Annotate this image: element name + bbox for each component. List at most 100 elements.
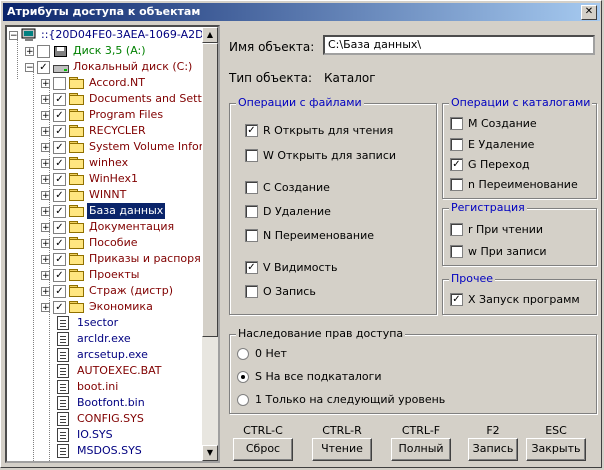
tree-item[interactable]: + ✓ WinHex1 — [7, 171, 203, 187]
tree-item[interactable]: + ✓ Страж (дистр) — [7, 283, 203, 299]
tree-item[interactable]: + ✓ Приказы и распоря: — [7, 251, 204, 267]
expand-toggle[interactable]: + — [41, 127, 50, 137]
button-0[interactable]: Сброс — [233, 438, 293, 461]
checkbox-box[interactable] — [450, 223, 463, 236]
tree-item-checkbox[interactable]: ✓ — [53, 189, 66, 202]
tree-item-checkbox[interactable]: ✓ — [53, 109, 66, 122]
tree-item[interactable]: + ✓ Пособие — [7, 235, 203, 251]
tree-item-checkbox[interactable]: ✓ — [53, 269, 66, 282]
tree-scrollbar[interactable]: ▲ ▼ — [202, 27, 218, 461]
directory-operations-title: Операции с каталогами — [449, 96, 593, 110]
tree-item[interactable]: IO.SYS — [7, 427, 203, 443]
checkbox-box[interactable] — [245, 149, 258, 162]
tree-item[interactable]: + ✓ Documents and Settir — [7, 91, 209, 107]
checkbox-box[interactable] — [450, 245, 463, 258]
folder-icon — [69, 189, 85, 201]
checkbox-box[interactable]: ✓ — [245, 124, 258, 137]
tree-item[interactable]: boot.ini — [7, 379, 203, 395]
tree-item[interactable]: − ✓ Локальный диск (C:) — [7, 59, 203, 75]
tree-item-checkbox[interactable]: ✓ — [53, 125, 66, 138]
tree-item-checkbox[interactable] — [37, 45, 50, 58]
button-3[interactable]: Запись — [468, 438, 518, 461]
tree-item-checkbox[interactable]: ✓ — [53, 221, 66, 234]
checkbox-box[interactable] — [245, 205, 258, 218]
expand-toggle[interactable]: − — [25, 63, 34, 73]
expand-toggle[interactable]: + — [41, 239, 50, 249]
object-tree[interactable]: − ::{20D04FE0-3AEA-1069-A2D8-0 + Диск 3,5… — [5, 25, 220, 463]
tree-item-checkbox[interactable]: ✓ — [53, 205, 66, 218]
checkbox-box[interactable]: ✓ — [245, 261, 258, 274]
tree-item[interactable]: + ✓ System Volume Inform — [7, 139, 214, 155]
tree-item[interactable]: AUTOEXEC.BAT — [7, 363, 203, 379]
checkbox-box[interactable]: ✓ — [450, 293, 463, 306]
tree-item-checkbox[interactable]: ✓ — [53, 173, 66, 186]
tree-item[interactable]: Bootfont.bin — [7, 395, 203, 411]
tree-item[interactable]: + Диск 3,5 (A:) — [7, 43, 203, 59]
checkbox-box[interactable] — [245, 229, 258, 242]
expand-toggle[interactable]: + — [41, 111, 50, 121]
scroll-thumb[interactable] — [202, 43, 218, 337]
expand-toggle[interactable]: + — [41, 143, 50, 153]
tree-item[interactable]: + ✓ Проекты — [7, 267, 203, 283]
expand-toggle[interactable]: + — [41, 159, 50, 169]
radio-dot[interactable] — [237, 348, 249, 360]
checkbox-box[interactable] — [450, 178, 463, 191]
tree-item[interactable]: arcldr.exe — [7, 331, 203, 347]
tree-item-checkbox[interactable]: ✓ — [53, 93, 66, 106]
object-name-field[interactable]: C:\База данных\ — [323, 35, 595, 55]
collapse-toggle[interactable]: − — [9, 31, 18, 41]
expand-toggle[interactable]: + — [41, 287, 50, 297]
tree-item[interactable]: + ✓ База данных — [7, 203, 203, 219]
folder-icon — [69, 237, 85, 249]
expand-toggle[interactable]: + — [41, 207, 50, 217]
tree-item[interactable]: CONFIG.SYS — [7, 411, 203, 427]
checkbox-box[interactable] — [245, 285, 258, 298]
tree-item[interactable]: + ✓ Program Files — [7, 107, 203, 123]
scroll-up-button[interactable]: ▲ — [202, 27, 218, 43]
tree-item-checkbox[interactable]: ✓ — [53, 141, 66, 154]
checkbox-label: V Видимость — [263, 261, 338, 274]
tree-item[interactable]: 1sector — [7, 315, 203, 331]
expand-toggle[interactable]: + — [41, 303, 50, 313]
tree-item[interactable]: + ✓ WINNT — [7, 187, 203, 203]
tree-item[interactable]: + ✓ Документация — [7, 219, 203, 235]
tree-item-checkbox[interactable]: ✓ — [53, 157, 66, 170]
checkbox-box[interactable] — [450, 138, 463, 151]
tree-item[interactable]: + ✓ Экономика — [7, 299, 203, 315]
expand-toggle[interactable]: + — [41, 79, 50, 89]
expand-toggle[interactable]: + — [41, 95, 50, 105]
tree-item[interactable]: + ✓ winhex — [7, 155, 203, 171]
radio-dot[interactable] — [237, 371, 249, 383]
checkbox-box[interactable] — [245, 181, 258, 194]
button-2[interactable]: Полный — [391, 438, 451, 461]
expand-toggle[interactable]: + — [41, 271, 50, 281]
checkbox-box[interactable]: ✓ — [450, 158, 463, 171]
tree-item[interactable]: + Accord.NT — [7, 75, 203, 91]
checkbox-label: r При чтении — [468, 223, 544, 236]
button-1[interactable]: Чтение — [312, 438, 372, 461]
tree-item[interactable]: MSDOS.SYS — [7, 443, 203, 459]
tree-item[interactable]: arcsetup.exe — [7, 347, 203, 363]
radio-dot[interactable] — [237, 394, 249, 406]
scroll-down-button[interactable]: ▼ — [202, 445, 218, 461]
button-4[interactable]: Закрыть — [526, 438, 586, 461]
expand-toggle[interactable]: + — [41, 223, 50, 233]
tree-item-checkbox[interactable]: ✓ — [53, 253, 66, 266]
other-group: Прочее ✓ X Запуск программ — [442, 272, 597, 315]
tree-item-checkbox[interactable]: ✓ — [53, 301, 66, 314]
tree-item-checkbox[interactable] — [53, 77, 66, 90]
expand-toggle[interactable]: + — [41, 191, 50, 201]
tree-item[interactable]: + ✓ RECYCLER — [7, 123, 203, 139]
expand-toggle[interactable]: + — [25, 47, 34, 57]
expand-toggle[interactable]: + — [41, 255, 50, 265]
tree-item-checkbox[interactable]: ✓ — [53, 237, 66, 250]
object-name-label: Имя объекта: — [229, 40, 315, 54]
tree-item-checkbox[interactable]: ✓ — [37, 61, 50, 74]
close-button[interactable]: ✕ — [581, 5, 597, 20]
tree-item-checkbox[interactable]: ✓ — [53, 285, 66, 298]
tree-item-label: WinHex1 — [89, 172, 139, 185]
tree-root-label: ::{20D04FE0-3AEA-1069-A2D8-0 — [41, 28, 220, 41]
tree-item-label: Документация — [89, 220, 175, 233]
checkbox-box[interactable] — [450, 117, 463, 130]
expand-toggle[interactable]: + — [41, 175, 50, 185]
